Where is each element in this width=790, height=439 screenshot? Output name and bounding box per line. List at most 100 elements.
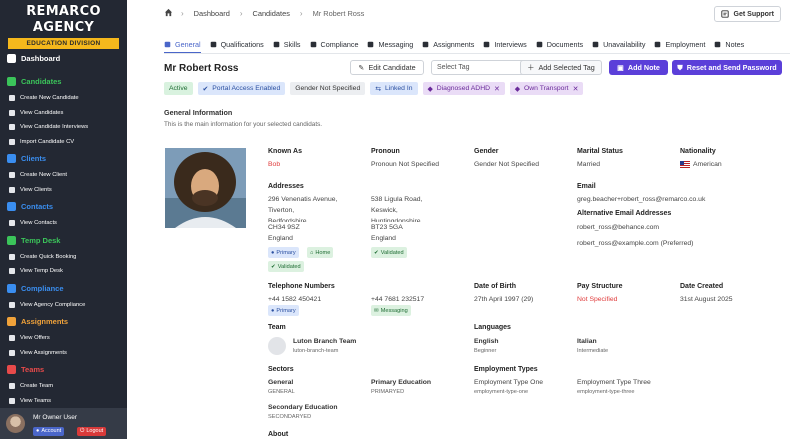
menu-item-icon bbox=[9, 268, 15, 275]
sidebar-item-label: Temp Desk bbox=[21, 235, 61, 245]
tab-notes[interactable]: Notes bbox=[714, 37, 744, 51]
tab-label: Interviews bbox=[494, 39, 527, 49]
alt-email-value[interactable]: robert_ross@behance.com bbox=[577, 222, 659, 233]
sidebar-item-label: Teams bbox=[21, 365, 45, 374]
logout-button[interactable]: ⏻ Logout bbox=[77, 427, 107, 436]
sidebar-subitem-view-assignments[interactable]: View Assignments bbox=[0, 346, 127, 361]
plus-icon: ＋ bbox=[527, 62, 535, 72]
user-icon: ● bbox=[36, 428, 40, 434]
breadcrumb-dashboard[interactable]: Dashboard bbox=[194, 9, 230, 18]
sidebar-item-contacts[interactable]: Contacts bbox=[0, 197, 127, 216]
sidebar-subitem-label: View Offers bbox=[20, 335, 50, 342]
sidebar-item-assignments[interactable]: Assignments bbox=[0, 312, 127, 331]
get-support-button[interactable]: Get Support bbox=[713, 6, 781, 22]
sidebar-subitem-label: View Teams bbox=[20, 397, 52, 404]
tab-label: Assignments bbox=[433, 39, 475, 49]
tab-messaging[interactable]: Messaging bbox=[367, 37, 413, 51]
tag-gender[interactable]: Gender Not Specified bbox=[290, 82, 366, 95]
sidebar-subitem-label: Import Candidate CV bbox=[20, 138, 75, 145]
main-content: › Dashboard › Candidates › Mr Robert Ros… bbox=[127, 0, 790, 439]
menu-item-icon bbox=[9, 186, 15, 193]
sidebar-subitem-view-candidate-interviews[interactable]: View Candidate Interviews bbox=[0, 120, 127, 135]
tag-label: Linked In bbox=[384, 85, 413, 92]
sidebar-subitem-view-contacts[interactable]: View Contacts bbox=[0, 216, 127, 231]
address-secondary: 538 Ligula Road, Keswick, Huntingdonshir… bbox=[371, 194, 422, 244]
tag-own-transport[interactable]: ◆ Own Transport ✕ bbox=[509, 82, 584, 95]
menu-item-icon bbox=[9, 124, 15, 131]
language-level: Intermediate bbox=[577, 348, 609, 354]
tab-unavailability[interactable]: Unavailability bbox=[592, 37, 645, 51]
sector-code: SECONDARYED bbox=[268, 414, 312, 420]
tag-linkedin[interactable]: ⇆ Linked In bbox=[370, 82, 418, 95]
remove-tag-icon[interactable]: ✕ bbox=[494, 85, 500, 93]
add-selected-tag-label: Add Selected Tag bbox=[538, 63, 595, 72]
sidebar-item-label: Compliance bbox=[21, 283, 64, 293]
home-icon[interactable] bbox=[164, 8, 173, 17]
add-selected-tag-button[interactable]: ＋ Add Selected Tag bbox=[520, 60, 602, 75]
sidebar-subitem-create-new-candidate[interactable]: Create New Candidate bbox=[0, 91, 127, 106]
phone-value[interactable]: +44 7681 232517 bbox=[371, 294, 424, 305]
edit-candidate-button[interactable]: ✎ Edit Candidate bbox=[350, 60, 424, 75]
phone-value[interactable]: +44 1582 450421 bbox=[268, 294, 321, 305]
sidebar-subitem-view-temp-desk[interactable]: View Temp Desk bbox=[0, 264, 127, 279]
tab-label: Notes bbox=[725, 39, 745, 49]
sector-name: Secondary Education bbox=[268, 404, 338, 411]
account-button[interactable]: ● Account bbox=[33, 427, 65, 436]
language-name: Italian bbox=[577, 338, 597, 345]
sector-name: General bbox=[268, 379, 294, 386]
tab-assignments[interactable]: Assignments bbox=[422, 37, 474, 51]
tag-active[interactable]: Active bbox=[164, 82, 193, 95]
sidebar-item-candidates[interactable]: Candidates bbox=[0, 72, 127, 91]
logout-icon: ⏻ bbox=[80, 428, 85, 434]
sidebar-subitem-view-agency-compliance[interactable]: View Agency Compliance bbox=[0, 298, 127, 313]
sidebar-subitem-create-team[interactable]: Create Team bbox=[0, 379, 127, 394]
sidebar-subitem-view-clients[interactable]: View Clients bbox=[0, 183, 127, 198]
dob-value: 27th April 1997 (29) bbox=[474, 296, 534, 303]
email-value[interactable]: greg.beacher+robert_ross@remarco.co.uk bbox=[577, 194, 705, 205]
tag-portal-access[interactable]: ✔ Portal Access Enabled bbox=[197, 82, 286, 95]
add-note-button[interactable]: ▣ Add Note bbox=[609, 60, 668, 75]
addresses-label: Addresses bbox=[268, 183, 304, 190]
reset-password-button[interactable]: ⛊ Reset and Send Password bbox=[672, 60, 782, 75]
alt-email-value[interactable]: robert_ross@example.com (Preferred) bbox=[577, 238, 693, 249]
badge-validated: ✔ Validated bbox=[371, 247, 407, 258]
tab-employment[interactable]: Employment bbox=[654, 37, 705, 51]
brand-logo[interactable]: REMARCO AGENCY EDUCATION DIVISION bbox=[0, 0, 127, 49]
dob-label: Date of Birth bbox=[474, 283, 516, 290]
sidebar-nav: Dashboard Candidates Create New Candidate V… bbox=[0, 44, 127, 408]
sidebar-subitem-label: Create Quick Booking bbox=[20, 253, 77, 260]
assignments-icon bbox=[422, 41, 429, 47]
tab-compliance[interactable]: Compliance bbox=[310, 37, 358, 51]
sidebar-subitem-create-quick-booking[interactable]: Create Quick Booking bbox=[0, 250, 127, 265]
address-line: England bbox=[371, 235, 396, 242]
sidebar-item-clients[interactable]: Clients bbox=[0, 149, 127, 168]
known-as-value: Bob bbox=[268, 161, 281, 168]
team-name[interactable]: Luton Branch Team bbox=[293, 336, 356, 347]
sidebar-subitem-view-offers[interactable]: View Offers bbox=[0, 331, 127, 346]
avatar[interactable] bbox=[6, 414, 25, 433]
alt-email-label: Alternative Email Addresses bbox=[577, 210, 672, 217]
menu-item-icon bbox=[9, 335, 15, 342]
sidebar-item-compliance[interactable]: Compliance bbox=[0, 279, 127, 298]
sector-code: PRIMARYED bbox=[371, 389, 405, 395]
tab-documents[interactable]: Documents bbox=[536, 37, 583, 51]
breadcrumb-candidates[interactable]: Candidates bbox=[253, 9, 290, 18]
tag-adhd[interactable]: ◆ Diagnosed ADHD ✕ bbox=[422, 82, 505, 95]
remove-tag-icon[interactable]: ✕ bbox=[573, 85, 579, 93]
sidebar-item-temp-desk[interactable]: Temp Desk bbox=[0, 231, 127, 250]
compliance-icon bbox=[7, 283, 16, 293]
sidebar-subitem-view-teams[interactable]: View Teams bbox=[0, 394, 127, 409]
sidebar-subitem-label: View Clients bbox=[20, 186, 52, 193]
sidebar-subitem-import-candidate-cv[interactable]: Import Candidate CV bbox=[0, 135, 127, 150]
user-bar: Mr Owner User ● Account ⏻ Logout bbox=[0, 408, 127, 439]
pay-structure-value: Not Specified bbox=[577, 296, 618, 303]
tab-interviews[interactable]: Interviews bbox=[483, 37, 527, 51]
tab-skills[interactable]: Skills bbox=[273, 37, 301, 51]
sidebar-item-teams[interactable]: Teams bbox=[0, 360, 127, 379]
sector-name: Primary Education bbox=[371, 379, 432, 386]
tab-general[interactable]: General bbox=[164, 37, 201, 54]
sidebar-subitem-view-candidates[interactable]: View Candidates bbox=[0, 106, 127, 121]
badge-messaging: ✉ Messaging bbox=[371, 305, 411, 316]
sidebar-subitem-create-new-client[interactable]: Create New Client bbox=[0, 168, 127, 183]
tab-qualifications[interactable]: Qualifications bbox=[210, 37, 264, 51]
